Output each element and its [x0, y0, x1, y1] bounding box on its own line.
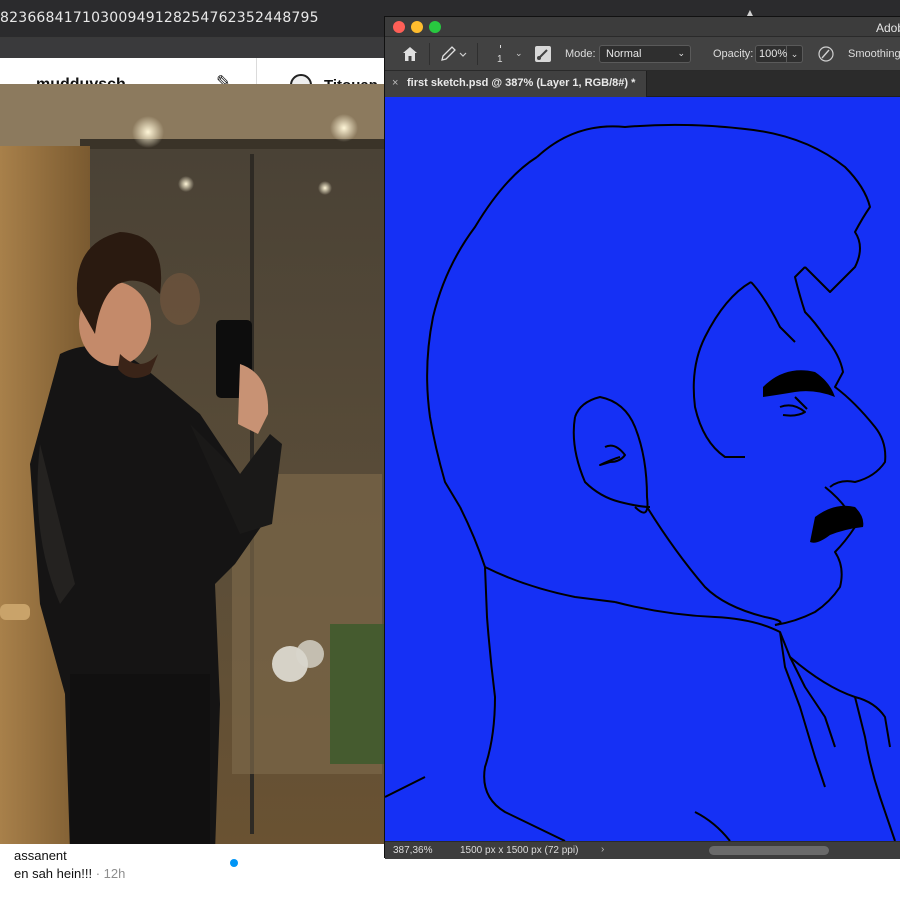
unread-dot: [230, 859, 238, 867]
brush-preset-chevron-icon[interactable]: ⌄: [515, 48, 523, 59]
app-title: Adob: [876, 21, 900, 35]
mode-value: Normal: [606, 48, 642, 60]
status-menu-icon[interactable]: ›: [601, 844, 604, 855]
brush-size-preview: [500, 45, 501, 48]
brush-panel-icon[interactable]: [535, 46, 551, 62]
zoom-level[interactable]: 387,36%: [393, 845, 432, 856]
opacity-label: Opacity:: [713, 48, 754, 60]
document-tab[interactable]: × first sketch.psd @ 387% (Layer 1, RGB/…: [385, 71, 647, 97]
brush-size-value[interactable]: 1: [497, 54, 503, 65]
url-text[interactable]: 82366841710300949128254762352448795: [0, 10, 319, 26]
pressure-icon[interactable]: [817, 45, 835, 63]
horizontal-scrollbar[interactable]: [709, 846, 829, 855]
document-tab-bar: × first sketch.psd @ 387% (Layer 1, RGB/…: [385, 71, 900, 97]
window-close-button[interactable]: [393, 21, 405, 33]
options-bar: 1 ⌄ Mode: Normal ⌄ Opacity: 100% ⌄ Smoot…: [385, 37, 900, 71]
window-minimize-button[interactable]: [411, 21, 423, 33]
document-size: 1500 px x 1500 px (72 ppi): [460, 845, 579, 856]
pencil-icon[interactable]: [439, 45, 467, 66]
photoshop-window: Adob 1 ⌄ Mode: Normal ⌄ Opacity: 100% ⌄: [384, 16, 900, 859]
message-text: en sah hein!!!: [14, 866, 93, 881]
document-tab-title: first sketch.psd @ 387% (Layer 1, RGB/8#…: [407, 77, 636, 89]
options-separator: [477, 43, 478, 65]
line-sketch-drawing: [385, 123, 896, 841]
mode-select[interactable]: Normal ⌄: [599, 45, 691, 63]
message-time: · 12h: [95, 866, 126, 881]
tab-close-icon[interactable]: ×: [392, 77, 398, 89]
message-sender: assanent: [14, 848, 67, 863]
message-preview: en sah hein!!! · 12h: [14, 866, 125, 881]
opacity-input[interactable]: 100%: [755, 45, 787, 63]
photoshop-titlebar: Adob: [385, 17, 900, 37]
options-separator: [429, 43, 430, 65]
mode-label: Mode:: [565, 48, 596, 60]
chevron-down-icon: ⌄: [677, 48, 685, 58]
window-zoom-button[interactable]: [429, 21, 441, 33]
drawing-canvas[interactable]: [385, 97, 900, 841]
smoothing-label: Smoothing:: [848, 48, 900, 60]
opacity-chevron-icon[interactable]: ⌄: [787, 45, 803, 63]
home-icon[interactable]: [401, 45, 419, 63]
status-bar: 387,36% 1500 px x 1500 px (72 ppi) ›: [385, 841, 900, 859]
selfie-photo: [0, 84, 384, 852]
elevator-selfie-image: [0, 84, 384, 852]
